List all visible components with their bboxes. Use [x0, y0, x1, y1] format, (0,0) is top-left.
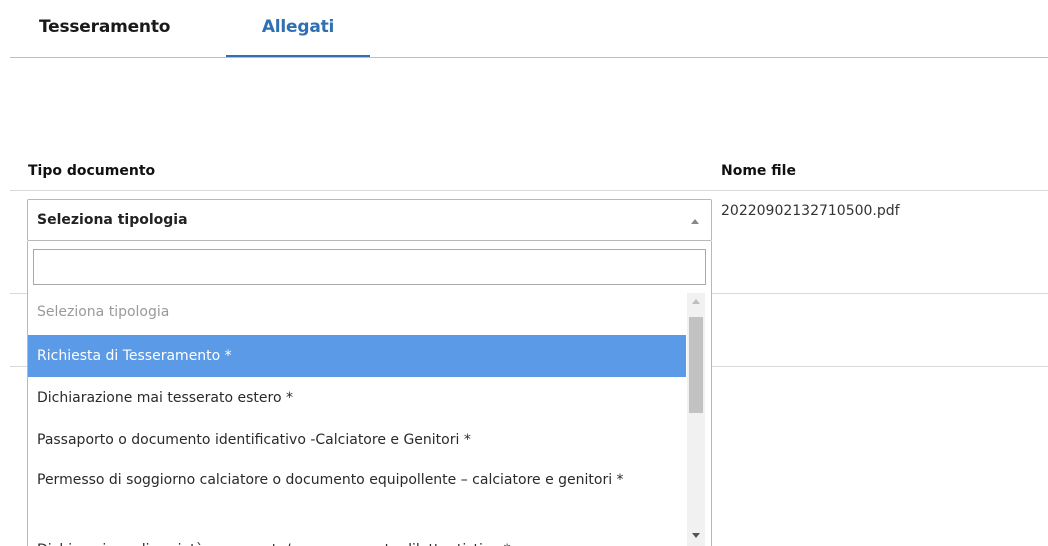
column-header-tipo-documento: Tipo documento	[28, 163, 156, 179]
select-current-value: Seleziona tipologia	[37, 212, 188, 228]
header-divider	[10, 190, 1048, 191]
scroll-thumb[interactable]	[689, 317, 703, 413]
option-permesso-soggiorno[interactable]: Permesso di soggiorno calciatore o docum…	[28, 461, 686, 525]
column-header-nome-file: Nome file	[721, 163, 796, 179]
option-richiesta-tesseramento[interactable]: Richiesta di Tesseramento *	[28, 335, 686, 377]
search-input[interactable]	[33, 249, 706, 285]
select-dropdown: Seleziona tipologia Richiesta di Tessera…	[27, 241, 712, 546]
option-passaporto[interactable]: Passaporto o documento identificativo -C…	[28, 419, 686, 461]
tab-allegati[interactable]: Allegati	[226, 17, 370, 57]
file-name: 20220902132710500.pdf	[721, 203, 900, 219]
options-list: Seleziona tipologia Richiesta di Tessera…	[28, 293, 686, 546]
options-scrollbar[interactable]	[687, 293, 705, 546]
option-dichiarazione-societa[interactable]: Dichiarazione di società puramente/non p…	[28, 525, 686, 546]
tipo-documento-select[interactable]: Seleziona tipologia	[27, 199, 712, 241]
option-placeholder[interactable]: Seleziona tipologia	[28, 293, 686, 335]
scroll-down-icon[interactable]	[692, 533, 700, 538]
scroll-up-icon[interactable]	[692, 299, 700, 304]
arrow-up-icon[interactable]	[691, 219, 699, 224]
option-dichiarazione-mai-tesserato[interactable]: Dichiarazione mai tesserato estero *	[28, 377, 686, 419]
tab-bar: Tesseramento Allegati	[10, 0, 1048, 58]
tab-tesseramento[interactable]: Tesseramento	[39, 17, 170, 57]
